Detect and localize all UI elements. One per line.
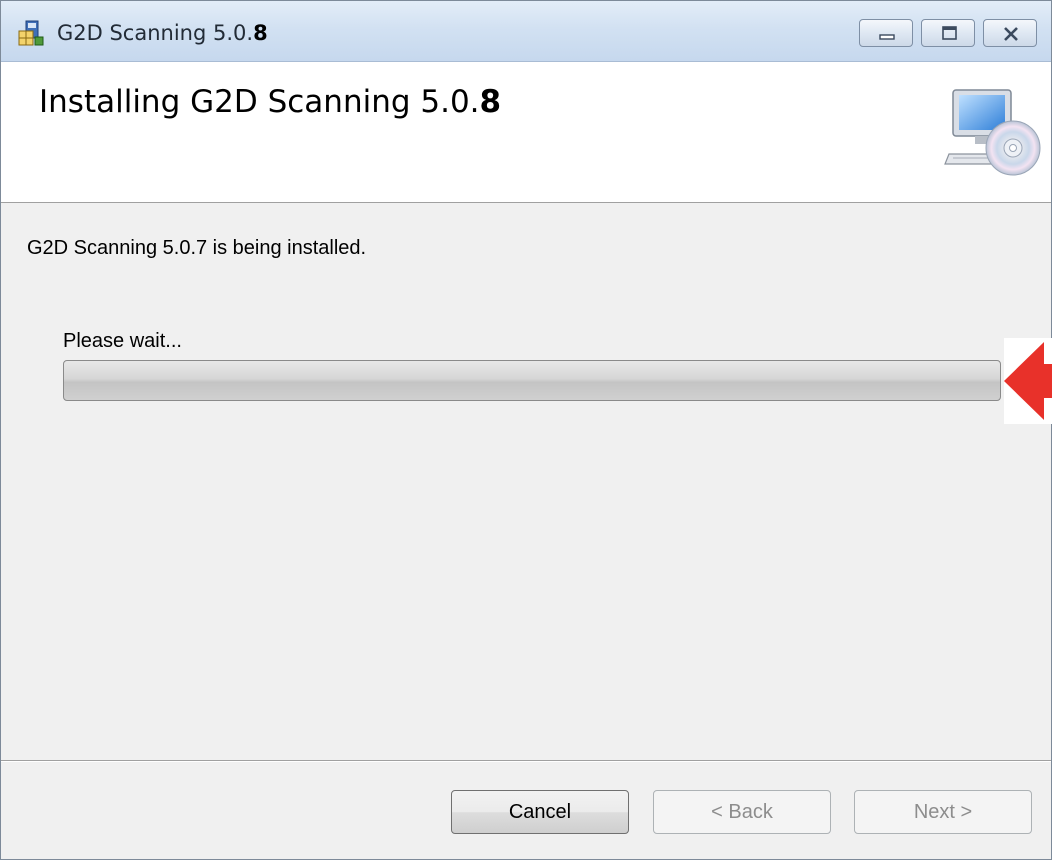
install-status-text: G2D Scanning 5.0.7 is being installed.	[27, 237, 367, 259]
close-icon	[1004, 27, 1018, 41]
footer-divider	[1, 760, 1051, 762]
minimize-icon	[879, 34, 895, 40]
cancel-button[interactable]: Cancel	[451, 790, 629, 834]
next-button: Next >	[854, 790, 1032, 834]
computer-cd-icon	[943, 84, 1043, 180]
title-bar[interactable]: G2D Scanning 5.0.8	[1, 1, 1051, 62]
window-title: G2D Scanning 5.0.8	[57, 21, 268, 45]
page-title: Installing G2D Scanning 5.0.8	[39, 84, 501, 120]
installer-package-icon	[17, 19, 45, 47]
red-arrow-icon	[1004, 342, 1052, 420]
maximize-button[interactable]	[921, 19, 975, 47]
back-button: < Back	[653, 790, 831, 834]
page-title-main: Installing G2D Scanning 5.0.	[39, 84, 480, 120]
window-title-version-suffix: 8	[253, 21, 268, 45]
page-title-version-suffix: 8	[479, 84, 502, 120]
header-banner: Installing G2D Scanning 5.0.8	[1, 62, 1051, 203]
window-title-main: G2D Scanning 5.0.	[57, 21, 254, 45]
please-wait-label: Please wait...	[63, 330, 182, 352]
installer-window: G2D Scanning 5.0.8 Installing G2D Scanni…	[0, 0, 1052, 860]
maximize-icon	[942, 26, 957, 40]
close-button[interactable]	[983, 19, 1037, 47]
minimize-button[interactable]	[859, 19, 913, 47]
install-progress-bar	[63, 360, 1001, 401]
callout-marker	[1004, 338, 1052, 424]
